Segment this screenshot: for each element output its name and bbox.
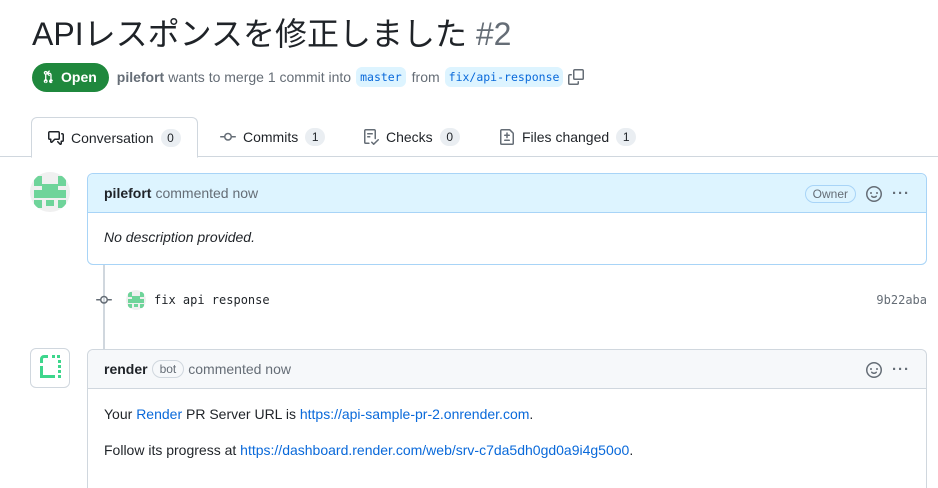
comment-body: Your Render PR Server URL is https://api… — [88, 404, 926, 460]
pr-title: APIレスポンスを修正しました #2 — [32, 12, 511, 56]
tab-commits-label: Commits — [243, 129, 299, 145]
avatar-pilefort[interactable] — [30, 172, 70, 212]
identicon-icon — [126, 290, 146, 310]
smiley-icon[interactable] — [866, 185, 882, 202]
file-diff-icon — [500, 129, 514, 145]
kebab-icon[interactable]: ··· — [892, 185, 910, 202]
avatar-render[interactable] — [30, 348, 70, 388]
pr-state-label: Open — [61, 69, 97, 85]
commit-author-avatar[interactable] — [126, 290, 146, 310]
comment-line-1: Your Render PR Server URL is https://api… — [104, 404, 910, 424]
pr-number: #2 — [475, 16, 512, 52]
commit-dot — [94, 292, 114, 308]
identicon-icon — [30, 172, 70, 212]
comment-pilefort: pilefort commented now Owner ··· No desc… — [87, 173, 927, 265]
comment-header: pilefort commented now Owner ··· — [88, 174, 926, 213]
kebab-icon[interactable]: ··· — [892, 361, 910, 378]
comment-action: commented now — [155, 185, 259, 201]
pr-meta: Open pilefort wants to merge 1 commit in… — [32, 62, 585, 92]
line2-prefix: Follow its progress at — [104, 442, 241, 458]
comment-author[interactable]: render — [104, 361, 148, 377]
commit-sha[interactable]: 9b22aba — [876, 293, 927, 307]
merge-text: wants to merge 1 commit into — [168, 69, 352, 85]
tab-files-changed[interactable]: Files changed 1 — [499, 117, 637, 157]
tab-checks-count: 0 — [439, 128, 460, 146]
bot-badge: bot — [151, 360, 185, 378]
pr-server-url-link[interactable]: https://api-sample-pr-2.onrender.com — [300, 406, 530, 422]
commit-message[interactable]: fix api response — [154, 293, 270, 307]
copy-icon — [568, 69, 585, 85]
smiley-icon[interactable] — [866, 361, 882, 378]
comment-render: render bot commented now ··· Your Render… — [87, 349, 927, 488]
base-branch[interactable]: master — [356, 67, 406, 87]
from-text: from — [411, 69, 440, 85]
line1-mid: PR Server URL is — [182, 406, 300, 422]
tab-conversation-label: Conversation — [71, 129, 154, 146]
line1-prefix: Your — [104, 406, 137, 422]
tab-conversation[interactable]: Conversation 0 — [31, 117, 198, 158]
comment-author[interactable]: pilefort — [104, 185, 151, 201]
pr-title-text: APIレスポンスを修正しました — [32, 16, 467, 52]
tab-conversation-count: 0 — [160, 128, 181, 147]
dashboard-link[interactable]: https://dashboard.render.com/web/srv-c7d… — [240, 442, 629, 458]
pr-tabs: Conversation 0 Commits 1 Checks 0 Files … — [0, 117, 938, 158]
head-branch[interactable]: fix/api-response — [444, 67, 564, 87]
line2-suffix: . — [629, 442, 634, 458]
tab-commits-count: 1 — [305, 128, 326, 146]
comment-line-2: Follow its progress at https://dashboard… — [104, 440, 910, 460]
pr-state-badge: Open — [32, 62, 109, 92]
tab-checks[interactable]: Checks 0 — [363, 117, 460, 157]
tab-checks-label: Checks — [386, 129, 433, 145]
comment-body: No description provided. — [104, 229, 255, 245]
commit-icon — [220, 132, 236, 141]
tab-files-changed-count: 1 — [616, 128, 637, 146]
commit-row: fix api response 9b22aba — [94, 287, 927, 313]
render-logo-icon — [40, 355, 61, 378]
owner-badge: Owner — [804, 184, 856, 203]
tab-files-changed-label: Files changed — [522, 129, 610, 145]
checks-icon — [364, 129, 379, 145]
pr-author-link[interactable]: pilefort — [117, 69, 164, 85]
line1-suffix: . — [529, 406, 534, 422]
tab-commits[interactable]: Commits 1 — [220, 117, 326, 157]
comment-action: commented now — [188, 361, 291, 377]
render-link[interactable]: Render — [136, 406, 182, 422]
commit-icon — [96, 295, 112, 304]
copy-branch-button[interactable] — [568, 69, 585, 85]
pull-request-icon — [43, 70, 53, 84]
conversation-icon — [48, 130, 64, 145]
comment-header: render bot commented now ··· — [88, 350, 926, 389]
